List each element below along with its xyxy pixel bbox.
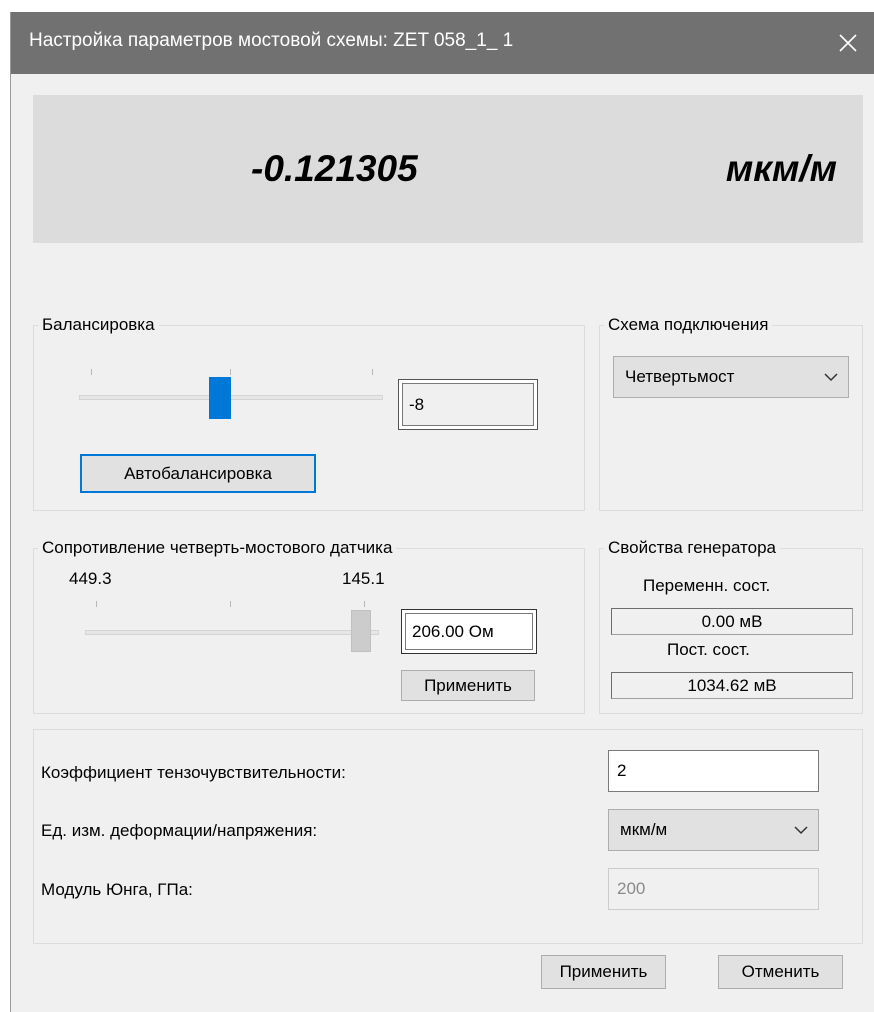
resistance-max-label: 145.1 <box>342 569 385 588</box>
balance-tick <box>230 369 231 375</box>
chevron-down-icon <box>824 367 838 387</box>
dialog-window: Настройка параметров мостовой схемы: ZET… <box>10 12 874 1012</box>
auto-balance-label: Автобалансировка <box>124 463 272 483</box>
gauge-factor-field[interactable]: 2 <box>608 750 819 792</box>
apply-label: Применить <box>559 962 648 981</box>
generator-dc-readout: 1034.62 мВ <box>611 672 853 699</box>
resistance-value-field[interactable]: 206.00 Ом <box>401 609 537 654</box>
generator-dc-label: Пост. сост. <box>667 640 750 659</box>
resistance-apply-label: Применить <box>424 675 512 695</box>
resistance-slider-track[interactable] <box>85 630 379 635</box>
generator-ac-label: Переменн. сост. <box>643 576 771 595</box>
young-modulus-label: Модуль Юнга, ГПа: <box>41 880 193 899</box>
resistance-value: 206.00 Ом <box>412 621 494 641</box>
balance-value: -8 <box>409 394 425 414</box>
balance-slider-track[interactable] <box>79 395 383 400</box>
resistance-tick <box>230 601 231 607</box>
cancel-button[interactable]: Отменить <box>718 955 843 989</box>
resistance-slider-thumb[interactable] <box>351 610 371 652</box>
unit-label: Ед. изм. деформации/напряжения: <box>41 821 318 840</box>
resistance-tick <box>364 601 365 607</box>
unit-selected: мкм/м <box>620 820 668 839</box>
resistance-min-label: 449.3 <box>69 569 112 588</box>
generator-dc-value: 1034.62 мВ <box>687 675 777 695</box>
unit-select[interactable]: мкм/м <box>608 809 819 851</box>
balance-value-field[interactable]: -8 <box>398 379 538 430</box>
resistance-apply-button[interactable]: Применить <box>401 670 535 701</box>
balance-tick <box>372 369 373 375</box>
balance-legend: Балансировка <box>42 315 155 334</box>
chevron-down-icon <box>794 820 808 840</box>
apply-button[interactable]: Применить <box>541 955 666 989</box>
young-modulus-field: 200 <box>608 868 819 910</box>
generator-legend: Свойства генератора <box>608 538 776 557</box>
gauge-factor-value: 2 <box>617 761 627 780</box>
scheme-select[interactable]: Четвертьмост <box>613 356 849 398</box>
auto-balance-button[interactable]: Автобалансировка <box>80 454 316 493</box>
resistance-tick <box>96 601 97 607</box>
scheme-selected: Четвертьмост <box>625 367 735 386</box>
scheme-legend: Схема подключения <box>608 315 769 334</box>
balance-slider-thumb[interactable] <box>209 377 231 419</box>
measurement-display: -0.121305 мкм/м <box>33 95 863 243</box>
balance-tick <box>91 369 92 375</box>
young-modulus-value: 200 <box>617 879 646 898</box>
measurement-unit: мкм/м <box>725 148 837 189</box>
generator-ac-readout: 0.00 мВ <box>611 608 853 635</box>
resistance-legend: Сопротивление четверть-мостового датчика <box>42 538 393 557</box>
scheme-group: Схема подключения <box>599 315 863 511</box>
cancel-label: Отменить <box>741 962 820 981</box>
close-icon[interactable] <box>821 12 874 74</box>
generator-ac-value: 0.00 мВ <box>701 611 763 631</box>
measurement-value: -0.121305 <box>251 148 418 189</box>
window-title: Настройка параметров мостовой схемы: ZET… <box>29 30 514 51</box>
title-bar[interactable]: Настройка параметров мостовой схемы: ZET… <box>11 12 874 74</box>
gauge-factor-label: Коэффициент тензочувствительности: <box>41 763 346 782</box>
